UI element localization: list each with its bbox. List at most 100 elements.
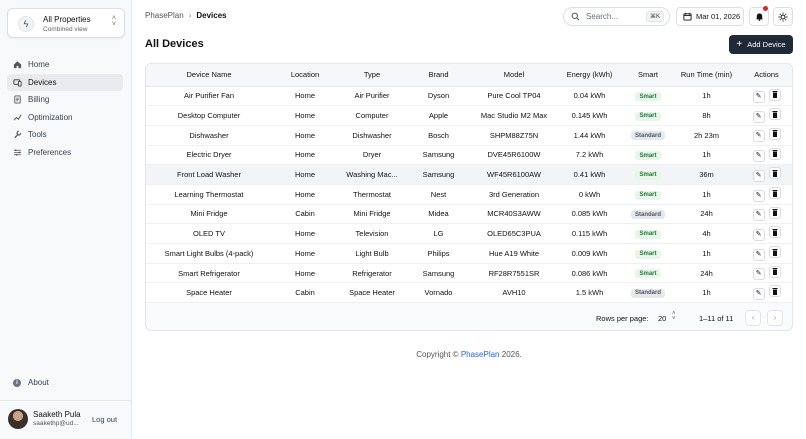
status-badge: Smart	[635, 92, 661, 102]
user-email: saakethp@ud...	[33, 420, 79, 427]
edit-icon[interactable]: ✎	[752, 110, 765, 123]
table-cell: 0.41 kWh	[557, 164, 622, 185]
shortcut-badge: ⌘K	[645, 11, 664, 22]
table-cell: Hue A19 White	[471, 243, 557, 264]
table-cell: Home	[272, 145, 338, 166]
table-cell: SHPM88Z75N	[471, 125, 557, 146]
table-cell: Smart Refrigerator	[146, 263, 272, 284]
actions-cell: ✎	[739, 282, 792, 304]
actions-cell: ✎	[739, 223, 792, 244]
about-link[interactable]: i About	[13, 378, 49, 387]
table-cell: 7.2 kWh	[557, 145, 622, 166]
delete-icon[interactable]	[768, 226, 781, 239]
table-cell: Thermostat	[338, 184, 406, 205]
column-header[interactable]: Device Name	[146, 64, 272, 87]
copyright-suffix: 2026.	[501, 350, 522, 359]
table-cell: 1h	[674, 145, 739, 166]
edit-icon[interactable]: ✎	[752, 209, 765, 222]
table-cell: Samsung	[406, 263, 471, 284]
column-header: Actions	[739, 64, 792, 87]
table-cell: Smart	[622, 263, 674, 284]
brand-link[interactable]: PhasePlan	[461, 350, 500, 359]
delete-icon[interactable]	[768, 206, 781, 219]
table-cell: 0.009 kWh	[557, 243, 622, 264]
logout-button[interactable]: Log out	[92, 415, 117, 424]
table-cell: Home	[272, 125, 338, 146]
about-label: About	[28, 378, 49, 387]
table-cell: Electric Dryer	[146, 145, 272, 166]
delete-icon[interactable]	[768, 187, 781, 200]
rows-per-page-select[interactable]: 20	[658, 314, 666, 323]
table-row: Smart Refrigerator Home Refrigerator Samsun…	[146, 263, 792, 284]
date-picker-button[interactable]: Mar 01, 2026	[676, 7, 744, 26]
table-cell: Air Purifier	[338, 86, 406, 107]
table-cell: Smart	[622, 105, 674, 126]
table-cell: Smart	[622, 86, 674, 107]
delete-icon[interactable]	[768, 265, 781, 278]
column-header[interactable]: Type	[338, 64, 406, 87]
delete-icon[interactable]	[768, 285, 781, 298]
delete-icon[interactable]	[768, 147, 781, 160]
table-cell: 0.085 kWh	[557, 204, 622, 225]
table-cell: Midea	[406, 204, 471, 225]
notifications-button[interactable]	[749, 6, 769, 26]
status-badge: Standard	[630, 210, 665, 220]
column-header[interactable]: Model	[471, 64, 557, 87]
billing-icon	[14, 95, 21, 104]
rows-per-page-label: Rows per page:	[596, 314, 649, 323]
search-input[interactable]: Search... ⌘K	[563, 7, 670, 26]
edit-icon[interactable]: ✎	[752, 287, 765, 300]
edit-icon[interactable]: ✎	[752, 268, 765, 281]
edit-icon[interactable]: ✎	[752, 248, 765, 261]
table-cell: Samsung	[406, 164, 471, 185]
status-badge: Standard	[630, 288, 665, 298]
edit-icon[interactable]: ✎	[752, 150, 765, 163]
edit-icon[interactable]: ✎	[752, 169, 765, 182]
next-page-button[interactable]: ›	[767, 310, 783, 326]
sidebar-item-optimization[interactable]: Optimization	[7, 109, 123, 127]
theme-toggle-button[interactable]	[773, 7, 793, 26]
edit-icon[interactable]: ✎	[752, 189, 765, 202]
add-device-button[interactable]: + Add Device	[729, 35, 793, 54]
column-header[interactable]: Energy (kWh)	[557, 64, 622, 87]
delete-icon[interactable]	[768, 127, 781, 140]
edit-icon[interactable]: ✎	[752, 91, 765, 104]
table-cell: Philips	[406, 243, 471, 264]
sidebar-item-preferences[interactable]: Preferences	[7, 144, 123, 162]
delete-icon[interactable]	[768, 246, 781, 259]
sidebar: ϟ All Properties Combined view ˄ ˅ Home D…	[0, 0, 132, 439]
table-row: Front Load Washer Home Washing Mac... Samsu…	[146, 164, 792, 185]
table-row: Electric Dryer Home Dryer Samsung DVE45R6100…	[146, 145, 792, 166]
table-cell: Refrigerator	[338, 263, 406, 284]
breadcrumb-root[interactable]: PhasePlan	[145, 11, 184, 20]
prev-page-button[interactable]: ‹	[745, 310, 761, 326]
pagination-range: 1–11 of 11	[699, 314, 734, 323]
table-row: Air Purifier Fan Home Air Purifier Dyson Pur…	[146, 86, 792, 107]
actions-cell: ✎	[739, 184, 792, 205]
sidebar-item-tools[interactable]: Tools	[7, 126, 123, 144]
search-placeholder: Search...	[586, 12, 619, 21]
edit-icon[interactable]: ✎	[752, 130, 765, 143]
column-header[interactable]: Brand	[406, 64, 471, 87]
delete-icon[interactable]	[768, 88, 781, 101]
table-cell: Desktop Computer	[146, 105, 272, 126]
actions-cell: ✎	[739, 145, 792, 166]
column-header[interactable]: Run Time (min)	[674, 64, 739, 87]
edit-icon[interactable]: ✎	[752, 228, 765, 241]
table-cell: 0 kWh	[557, 184, 622, 205]
sidebar-item-devices[interactable]: Devices	[7, 73, 123, 91]
property-switcher[interactable]: ϟ All Properties Combined view ˄ ˅	[7, 8, 125, 38]
column-header[interactable]: Location	[272, 64, 338, 87]
table-cell: Vornado	[406, 282, 471, 304]
table-cell: 1h	[674, 184, 739, 205]
table-cell: OLED65C3PUA	[471, 223, 557, 244]
table-cell: Mini Fridge	[338, 204, 406, 225]
sidebar-item-billing[interactable]: Billing	[7, 91, 123, 109]
delete-icon[interactable]	[768, 108, 781, 121]
table-cell: Home	[272, 223, 338, 244]
table-row: Mini Fridge Cabin Mini Fridge Midea MCR40S3A…	[146, 204, 792, 225]
delete-icon[interactable]	[768, 167, 781, 180]
sidebar-item-home[interactable]: Home	[7, 56, 123, 74]
table-cell: Home	[272, 164, 338, 185]
column-header[interactable]: Smart	[622, 64, 674, 87]
